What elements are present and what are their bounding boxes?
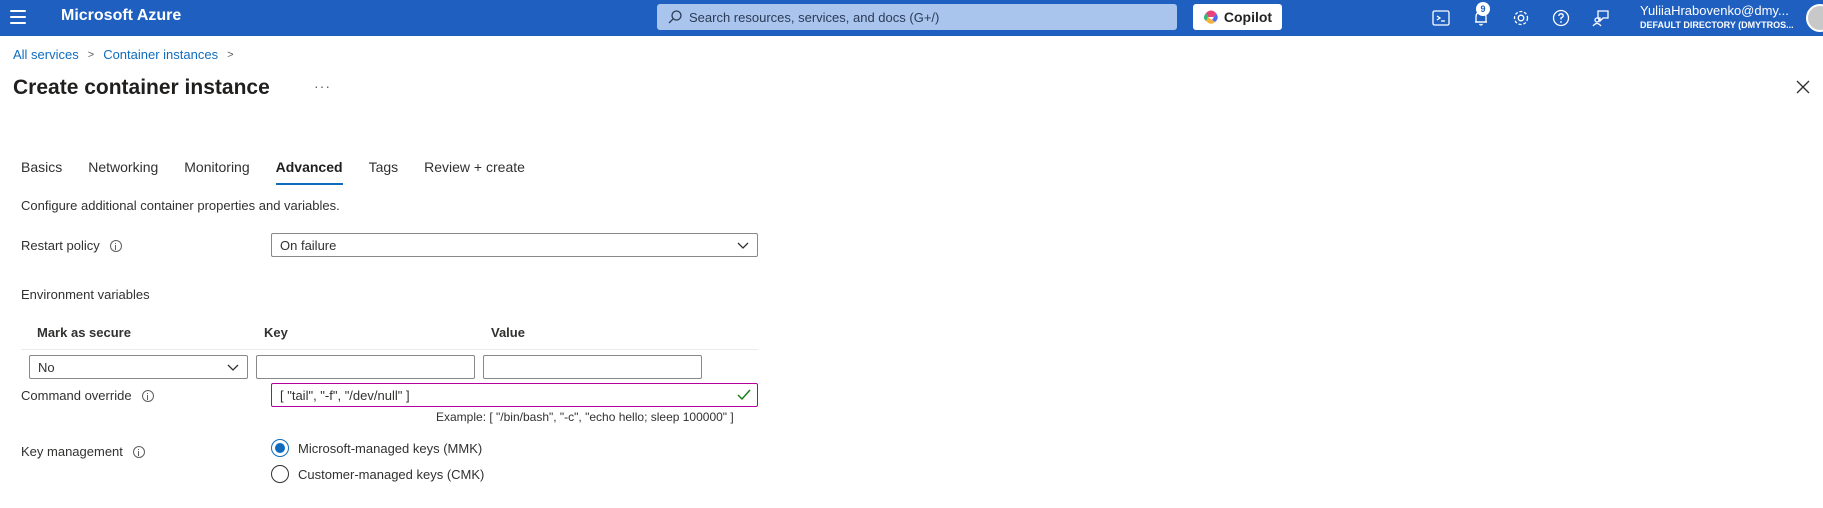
- column-header-key: Key: [264, 325, 288, 340]
- more-options-button[interactable]: ···: [314, 78, 331, 94]
- column-header-value: Value: [491, 325, 525, 340]
- breadcrumb-container-instances[interactable]: Container instances: [103, 47, 218, 62]
- info-icon[interactable]: [141, 389, 154, 402]
- radio-cmk[interactable]: Customer-managed keys (CMK): [271, 465, 484, 483]
- env-value-input[interactable]: [483, 355, 702, 379]
- feedback-icon[interactable]: [1591, 8, 1611, 28]
- chevron-down-icon: [227, 364, 239, 371]
- restart-policy-value: On failure: [280, 237, 337, 253]
- command-override-label: Command override: [21, 388, 154, 403]
- user-name: YuliiaHrabovenko@dmy...: [1640, 3, 1789, 18]
- tab-basics[interactable]: Basics: [21, 159, 62, 185]
- env-key-input[interactable]: [256, 355, 475, 379]
- copilot-icon: [1203, 10, 1218, 24]
- radio-mmk[interactable]: Microsoft-managed keys (MMK): [271, 439, 482, 457]
- notification-badge: 9: [1476, 2, 1490, 16]
- restart-policy-label: Restart policy: [21, 238, 122, 253]
- command-override-text: Command override: [21, 388, 132, 403]
- restart-policy-text: Restart policy: [21, 238, 100, 253]
- tab-bar: Basics Networking Monitoring Advanced Ta…: [21, 159, 551, 185]
- breadcrumb: All services > Container instances >: [13, 47, 243, 62]
- breadcrumb-separator: >: [87, 48, 95, 61]
- page-title: Create container instance: [13, 76, 270, 99]
- radio-unselected-icon[interactable]: [271, 465, 289, 483]
- column-header-secure: Mark as secure: [37, 325, 131, 340]
- close-icon[interactable]: [1796, 80, 1810, 94]
- radio-selected-icon[interactable]: [271, 439, 289, 457]
- breadcrumb-all-services[interactable]: All services: [13, 47, 79, 62]
- breadcrumb-separator: >: [227, 48, 234, 61]
- cloud-shell-icon[interactable]: [1431, 8, 1451, 28]
- search-placeholder: Search resources, services, and docs (G+…: [689, 9, 940, 25]
- search-icon: [668, 10, 682, 24]
- copilot-button[interactable]: Copilot: [1193, 4, 1282, 30]
- avatar[interactable]: [1806, 4, 1823, 32]
- command-override-example: Example: [ "/bin/bash", "-c", "echo hell…: [436, 410, 734, 424]
- section-description: Configure additional container propertie…: [21, 198, 340, 213]
- info-icon[interactable]: [132, 445, 145, 458]
- radio-cmk-label: Customer-managed keys (CMK): [298, 466, 485, 482]
- command-override-value: [ "tail", "-f", "/dev/null" ]: [280, 387, 410, 403]
- env-variables-label: Environment variables: [21, 287, 150, 302]
- divider: [21, 349, 758, 350]
- radio-mmk-label: Microsoft-managed keys (MMK): [298, 440, 483, 456]
- info-icon[interactable]: [109, 239, 122, 252]
- chevron-down-icon: [737, 242, 749, 249]
- copilot-label: Copilot: [1223, 9, 1273, 25]
- restart-policy-select[interactable]: On failure: [271, 233, 758, 257]
- tab-review-create[interactable]: Review + create: [424, 159, 525, 185]
- tab-tags[interactable]: Tags: [369, 159, 399, 185]
- checkmark-icon: [737, 389, 751, 401]
- key-management-text: Key management: [21, 444, 123, 459]
- brand-title[interactable]: Microsoft Azure: [61, 7, 181, 25]
- mark-as-secure-select[interactable]: No: [29, 355, 248, 379]
- user-directory: DEFAULT DIRECTORY (DMYTROS...: [1640, 20, 1794, 30]
- mark-as-secure-value: No: [38, 359, 55, 375]
- menu-icon[interactable]: [10, 10, 26, 24]
- command-override-input[interactable]: [ "tail", "-f", "/dev/null" ]: [271, 383, 758, 407]
- help-icon[interactable]: [1551, 8, 1571, 28]
- key-management-label: Key management: [21, 444, 145, 459]
- global-search-input[interactable]: Search resources, services, and docs (G+…: [657, 4, 1177, 30]
- tab-monitoring[interactable]: Monitoring: [184, 159, 249, 185]
- top-bar: Microsoft Azure Search resources, servic…: [0, 0, 1823, 36]
- tab-networking[interactable]: Networking: [88, 159, 158, 185]
- settings-gear-icon[interactable]: [1511, 8, 1531, 28]
- tab-advanced[interactable]: Advanced: [275, 159, 343, 185]
- account-menu[interactable]: YuliiaHrabovenko@dmy... DEFAULT DIRECTOR…: [1640, 3, 1805, 30]
